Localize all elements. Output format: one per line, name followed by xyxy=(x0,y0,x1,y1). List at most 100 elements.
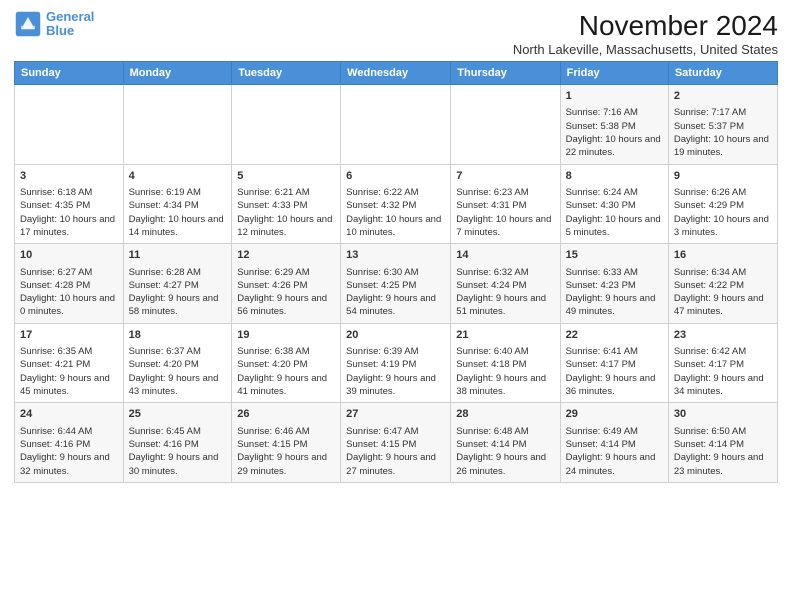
day-number: 6 xyxy=(346,169,445,184)
day-info: Sunrise: 6:39 AM xyxy=(346,345,445,358)
cell-3-6: 15Sunrise: 6:33 AMSunset: 4:23 PMDayligh… xyxy=(560,244,668,324)
day-number: 30 xyxy=(674,407,772,422)
logo-text: General Blue xyxy=(46,10,94,39)
day-info: Sunrise: 6:32 AM xyxy=(456,266,554,279)
day-info: Sunrise: 6:23 AM xyxy=(456,186,554,199)
day-number: 7 xyxy=(456,169,554,184)
day-info: Sunrise: 6:47 AM xyxy=(346,425,445,438)
day-info: Sunset: 4:15 PM xyxy=(346,438,445,451)
day-number: 17 xyxy=(20,328,118,343)
day-info: Sunrise: 6:24 AM xyxy=(566,186,663,199)
cell-3-3: 12 Sunrise: 6:29 AMSunset: 4:26 PMDayligh… xyxy=(232,244,341,324)
day-info: Daylight: 9 hours and 29 minutes. xyxy=(237,451,335,478)
header-cell-wednesday: Wednesday xyxy=(341,62,451,85)
cell-1-4 xyxy=(341,85,451,165)
cell-4-4: 20Sunrise: 6:39 AMSunset: 4:19 PMDayligh… xyxy=(341,323,451,403)
day-info: Daylight: 10 hours and 12 minutes. xyxy=(237,213,335,240)
cell-4-5: 21Sunrise: 6:40 AMSunset: 4:18 PMDayligh… xyxy=(451,323,560,403)
day-info: Sunrise: 6:44 AM xyxy=(20,425,118,438)
day-info: Sunset: 4:20 PM xyxy=(237,358,335,371)
day-info: Sunset: 4:28 PM xyxy=(20,279,118,292)
cell-4-1: 17Sunrise: 6:35 AMSunset: 4:21 PMDayligh… xyxy=(15,323,124,403)
cell-1-3 xyxy=(232,85,341,165)
day-info: Sunrise: 6:21 AM xyxy=(237,186,335,199)
logo: General Blue xyxy=(14,10,94,39)
day-number: 16 xyxy=(674,248,772,263)
location-title: North Lakeville, Massachusetts, United S… xyxy=(513,42,778,57)
day-info: Sunrise: 6:48 AM xyxy=(456,425,554,438)
day-info: Sunset: 4:16 PM xyxy=(129,438,227,451)
day-info: Daylight: 9 hours and 38 minutes. xyxy=(456,372,554,399)
day-info: Sunrise: 6:29 AM xyxy=(237,266,335,279)
day-info: Sunset: 4:14 PM xyxy=(674,438,772,451)
cell-4-3: 19Sunrise: 6:38 AMSunset: 4:20 PMDayligh… xyxy=(232,323,341,403)
day-info: Daylight: 9 hours and 49 minutes. xyxy=(566,292,663,319)
week-row-2: 3Sunrise: 6:18 AMSunset: 4:35 PMDaylight… xyxy=(15,164,778,244)
day-number: 14 xyxy=(456,248,554,263)
logo-icon xyxy=(14,10,42,38)
day-number: 2 xyxy=(674,89,772,104)
day-info: Sunrise: 6:18 AM xyxy=(20,186,118,199)
day-info: Sunset: 4:26 PM xyxy=(237,279,335,292)
day-number: 21 xyxy=(456,328,554,343)
day-info: Daylight: 9 hours and 47 minutes. xyxy=(674,292,772,319)
day-info: Sunset: 4:27 PM xyxy=(129,279,227,292)
header-cell-thursday: Thursday xyxy=(451,62,560,85)
cell-5-1: 24Sunrise: 6:44 AMSunset: 4:16 PMDayligh… xyxy=(15,403,124,483)
day-info: Daylight: 10 hours and 7 minutes. xyxy=(456,213,554,240)
day-info: Sunset: 4:14 PM xyxy=(456,438,554,451)
day-info: Sunrise: 6:41 AM xyxy=(566,345,663,358)
cell-2-4: 6Sunrise: 6:22 AMSunset: 4:32 PMDaylight… xyxy=(341,164,451,244)
week-row-1: 1Sunrise: 7:16 AMSunset: 5:38 PMDaylight… xyxy=(15,85,778,165)
day-info: Daylight: 10 hours and 10 minutes. xyxy=(346,213,445,240)
day-info: Daylight: 9 hours and 56 minutes. xyxy=(237,292,335,319)
day-info: Sunrise: 6:19 AM xyxy=(129,186,227,199)
day-info: Sunset: 4:17 PM xyxy=(566,358,663,371)
cell-4-2: 18Sunrise: 6:37 AMSunset: 4:20 PMDayligh… xyxy=(123,323,232,403)
day-info: Sunrise: 6:30 AM xyxy=(346,266,445,279)
cell-3-7: 16Sunrise: 6:34 AMSunset: 4:22 PMDayligh… xyxy=(668,244,777,324)
calendar-body: 1Sunrise: 7:16 AMSunset: 5:38 PMDaylight… xyxy=(15,85,778,483)
cell-4-6: 22Sunrise: 6:41 AMSunset: 4:17 PMDayligh… xyxy=(560,323,668,403)
day-info: Sunrise: 6:46 AM xyxy=(237,425,335,438)
day-info: Daylight: 9 hours and 39 minutes. xyxy=(346,372,445,399)
day-number: 29 xyxy=(566,407,663,422)
month-title: November 2024 xyxy=(513,10,778,42)
day-number: 8 xyxy=(566,169,663,184)
title-block: November 2024 North Lakeville, Massachus… xyxy=(513,10,778,57)
day-info: Daylight: 9 hours and 51 minutes. xyxy=(456,292,554,319)
cell-4-7: 23Sunrise: 6:42 AMSunset: 4:17 PMDayligh… xyxy=(668,323,777,403)
cell-3-1: 10Sunrise: 6:27 AMSunset: 4:28 PMDayligh… xyxy=(15,244,124,324)
cell-5-4: 27Sunrise: 6:47 AMSunset: 4:15 PMDayligh… xyxy=(341,403,451,483)
week-row-4: 17 Sunrise: 6:35 AMSunset: 4:21 PM Dayligh… xyxy=(15,323,778,403)
day-info: Sunrise: 6:38 AM xyxy=(237,345,335,358)
header: General Blue November 2024 North Lakevil… xyxy=(14,10,778,57)
day-info: Sunset: 4:14 PM xyxy=(566,438,663,451)
cell-5-7: 30Sunrise: 6:50 AMSunset: 4:14 PMDayligh… xyxy=(668,403,777,483)
page-container: General Blue November 2024 North Lakevil… xyxy=(0,0,792,493)
week-row-3: 10Sunrise: 6:27 AMSunset: 4:28 PMDayligh… xyxy=(15,244,778,324)
cell-3-4: 13Sunrise: 6:30 AMSunset: 4:25 PMDayligh… xyxy=(341,244,451,324)
day-number: 25 xyxy=(129,407,227,422)
day-number: 23 xyxy=(674,328,772,343)
day-number: 15 xyxy=(566,248,663,263)
day-number: 13 xyxy=(346,248,445,263)
header-cell-monday: Monday xyxy=(123,62,232,85)
day-number: 12 xyxy=(237,248,335,263)
day-info: Sunrise: 6:35 AM xyxy=(20,345,118,358)
day-info: Sunset: 4:29 PM xyxy=(674,199,772,212)
cell-5-5: 28Sunrise: 6:48 AMSunset: 4:14 PMDayligh… xyxy=(451,403,560,483)
day-info: Daylight: 10 hours and 17 minutes. xyxy=(20,213,118,240)
day-info: Sunrise: 7:16 AM xyxy=(566,106,663,119)
cell-5-3: 26Sunrise: 6:46 AMSunset: 4:15 PMDayligh… xyxy=(232,403,341,483)
day-info: Sunset: 4:17 PM xyxy=(674,358,772,371)
day-info: Sunset: 4:19 PM xyxy=(346,358,445,371)
day-info: Sunset: 4:21 PM xyxy=(20,358,118,371)
day-info: Sunrise: 6:37 AM xyxy=(129,345,227,358)
header-cell-tuesday: Tuesday xyxy=(232,62,341,85)
cell-2-1: 3Sunrise: 6:18 AMSunset: 4:35 PMDaylight… xyxy=(15,164,124,244)
day-info: Sunset: 4:25 PM xyxy=(346,279,445,292)
day-info: Sunset: 5:37 PM xyxy=(674,120,772,133)
day-info: Daylight: 9 hours and 43 minutes. xyxy=(129,372,227,399)
day-info: Sunset: 4:30 PM xyxy=(566,199,663,212)
